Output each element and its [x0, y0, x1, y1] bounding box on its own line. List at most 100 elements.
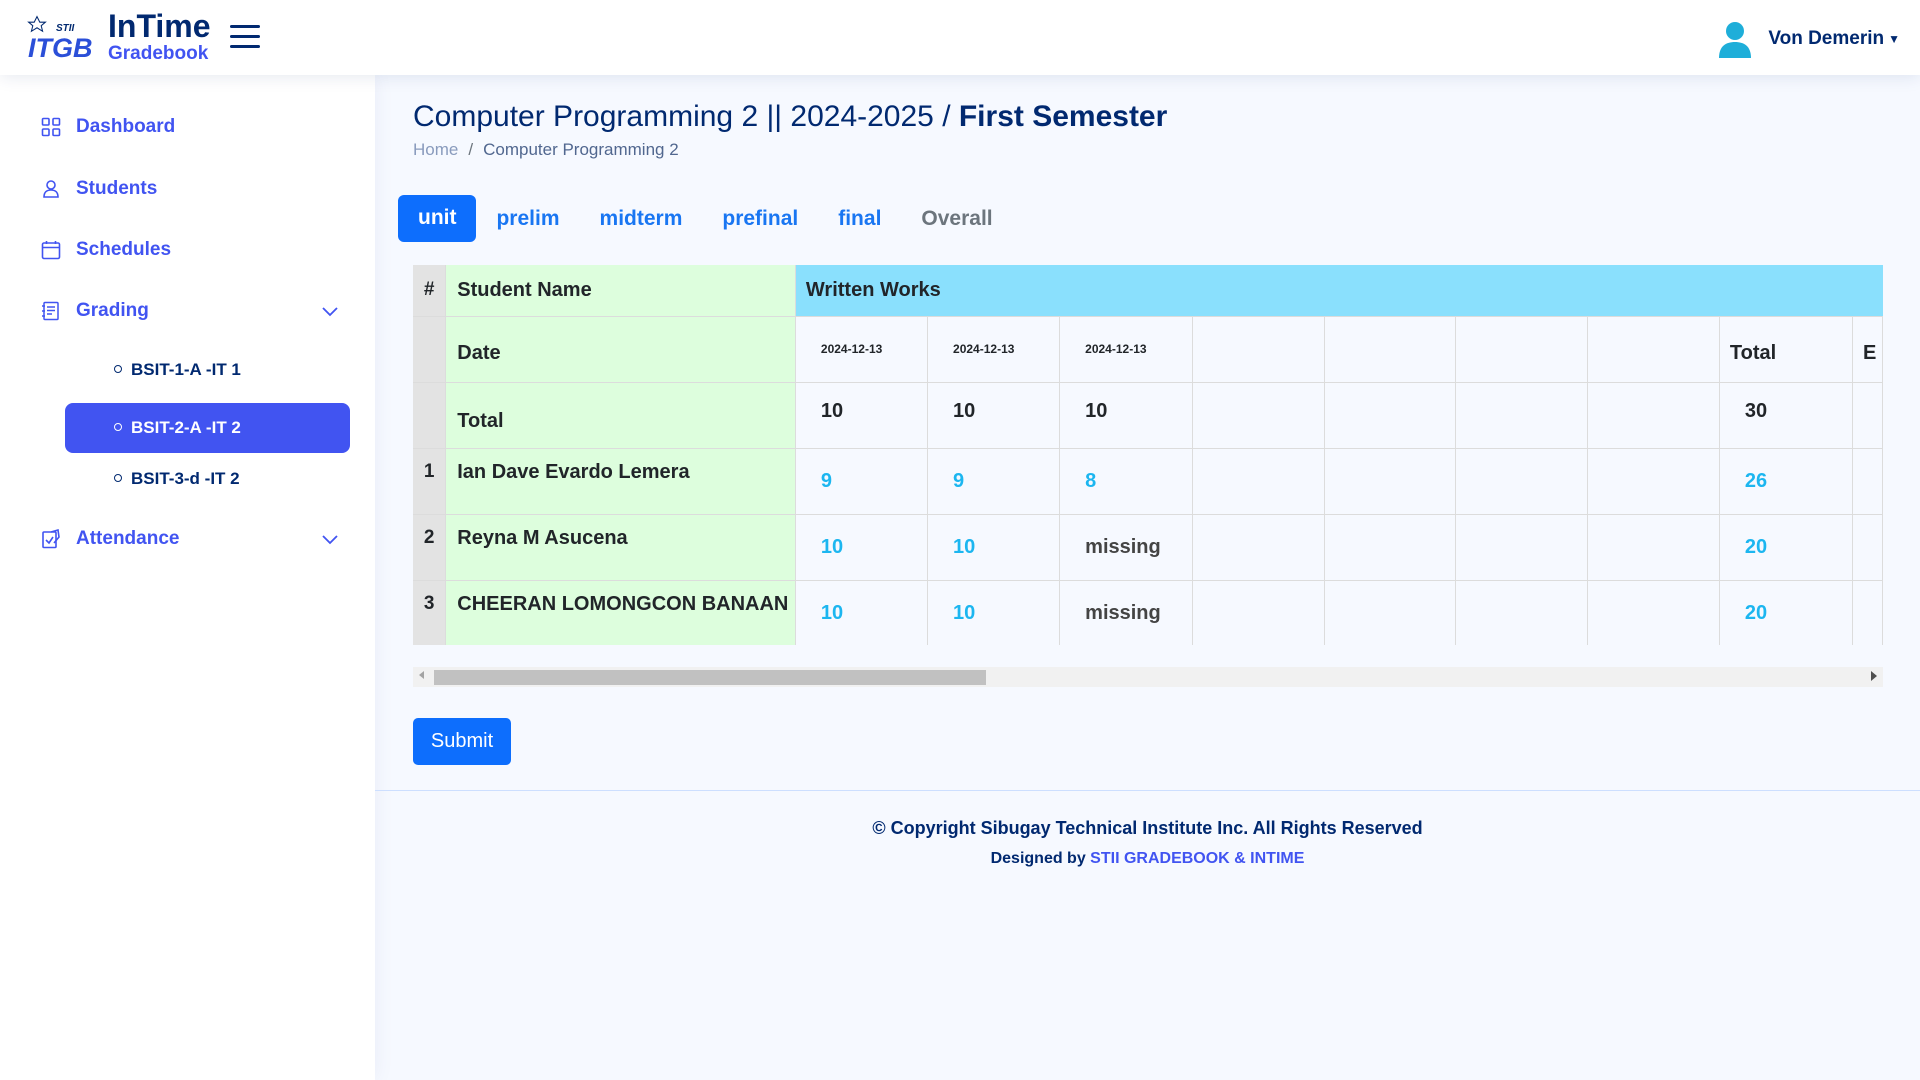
score-cell[interactable]: [1324, 580, 1457, 645]
table-cell: [1852, 382, 1883, 449]
date-label: Date: [445, 316, 796, 383]
score-cell[interactable]: [1455, 580, 1589, 645]
sidebar-item-label: Grading: [76, 300, 149, 321]
scrollbar-thumb[interactable]: [434, 670, 986, 685]
score-cell[interactable]: [1192, 580, 1325, 645]
sidebar-item-dashboard[interactable]: Dashboard: [40, 107, 340, 147]
max-score-cell[interactable]: [1192, 382, 1325, 449]
table-row-date: Date 2024-12-13 2024-12-13 2024-12-13 To…: [413, 316, 1883, 383]
scroll-left-arrow-icon[interactable]: [419, 671, 424, 679]
score-cell[interactable]: [1324, 514, 1457, 581]
max-score-cell[interactable]: [1587, 382, 1720, 449]
breadcrumb-home[interactable]: Home: [413, 140, 458, 160]
breadcrumb-current: Computer Programming 2: [483, 140, 679, 159]
date-cell[interactable]: 2024-12-13: [795, 316, 929, 383]
score-cell[interactable]: 10: [795, 514, 929, 581]
student-name: CHEERAN LOMONGCON BANAAN: [445, 580, 796, 645]
sidebar: Dashboard Students Schedules Grading BSI…: [0, 75, 375, 1080]
hash-header: #: [413, 265, 447, 317]
date-cell[interactable]: [1324, 316, 1457, 383]
logo[interactable]: STII ITGB InTime Gradebook: [26, 10, 211, 63]
sidebar-subitem-bsit-3-d[interactable]: BSIT-3-d -IT 2: [65, 454, 350, 504]
page-title-main: Computer Programming 2 || 2024-2025 /: [413, 100, 959, 133]
avatar: [1719, 22, 1752, 58]
tab-final[interactable]: final: [838, 207, 881, 231]
score-cell[interactable]: 8: [1059, 448, 1193, 515]
score-cell[interactable]: [1587, 514, 1720, 581]
caret-down-icon: ▼: [1888, 32, 1900, 46]
tab-prelim[interactable]: prelim: [496, 207, 559, 231]
sidebar-subitem-label: BSIT-2-A -IT 2: [131, 418, 241, 437]
footer-divider: [375, 790, 1920, 791]
person-icon: [40, 178, 62, 200]
sidebar-subitem-label: BSIT-3-d -IT 2: [131, 469, 240, 488]
submit-button[interactable]: Submit: [413, 718, 511, 765]
designed-by-prefix: Designed by: [990, 850, 1091, 867]
max-score-cell[interactable]: [1324, 382, 1457, 449]
calendar-icon: [40, 239, 62, 261]
sidebar-subitem-bsit-2-a[interactable]: BSIT-2-A -IT 2: [65, 403, 350, 453]
score-cell[interactable]: [1455, 514, 1589, 581]
date-cell[interactable]: 2024-12-13: [1059, 316, 1193, 383]
table-cell: [1852, 448, 1883, 515]
breadcrumb: Home / Computer Programming 2: [413, 140, 679, 160]
date-cell[interactable]: [1587, 316, 1720, 383]
sidebar-subitem-label: BSIT-1-A -IT 1: [131, 360, 241, 379]
max-score-cell[interactable]: 10: [1059, 382, 1193, 449]
sidebar-subitem-bsit-1-a[interactable]: BSIT-1-A -IT 1: [65, 345, 350, 395]
max-score-cell[interactable]: [1455, 382, 1589, 449]
score-cell[interactable]: 10: [795, 580, 929, 645]
score-cell[interactable]: [1587, 580, 1720, 645]
page-title: Computer Programming 2 || 2024-2025 / Fi…: [413, 100, 1167, 134]
horizontal-scrollbar[interactable]: [413, 667, 1883, 687]
tab-prefinal[interactable]: prefinal: [722, 207, 798, 231]
student-name: Reyna M Asucena: [445, 514, 796, 581]
menu-toggle-icon[interactable]: [230, 25, 260, 49]
table-cell: [1852, 580, 1883, 645]
score-cell[interactable]: [1192, 514, 1325, 581]
grid-icon: [40, 116, 62, 138]
table-cell: [1852, 514, 1883, 581]
score-cell[interactable]: [1324, 448, 1457, 515]
score-cell[interactable]: [1192, 448, 1325, 515]
row-number: 3: [413, 580, 447, 645]
score-cell-missing[interactable]: missing: [1059, 514, 1193, 581]
table-row: 1 Ian Dave Evardo Lemera 9 9 8 26: [413, 448, 1883, 515]
top-header: STII ITGB InTime Gradebook Von Demerin ▼: [0, 0, 1920, 75]
tab-overall[interactable]: Overall: [921, 207, 992, 231]
sidebar-item-label: Dashboard: [76, 116, 176, 137]
grades-table-container[interactable]: # Student Name Written Works Date 2024-1…: [413, 265, 1883, 645]
score-cell[interactable]: 10: [927, 580, 1061, 645]
sidebar-item-students[interactable]: Students: [40, 169, 340, 209]
journal-check-icon: [40, 528, 62, 550]
sidebar-item-label: Schedules: [76, 239, 172, 260]
score-cell[interactable]: 9: [927, 448, 1061, 515]
max-score-cell[interactable]: 10: [795, 382, 929, 449]
sidebar-item-schedules[interactable]: Schedules: [40, 230, 340, 270]
score-cell[interactable]: [1587, 448, 1720, 515]
tab-midterm[interactable]: midterm: [600, 207, 683, 231]
sidebar-item-label: Students: [76, 178, 158, 199]
total-label: Total: [445, 382, 796, 449]
date-cell[interactable]: [1192, 316, 1325, 383]
profile-dropdown[interactable]: Von Demerin ▼: [1718, 20, 1900, 58]
student-name-header: Student Name: [445, 265, 796, 317]
logo-mark-icon: STII ITGB: [26, 11, 98, 63]
score-cell-missing[interactable]: missing: [1059, 580, 1193, 645]
designed-by-link[interactable]: STII GRADEBOOK & INTIME: [1090, 850, 1304, 867]
tab-unit[interactable]: unit: [398, 195, 477, 242]
scroll-right-arrow-icon[interactable]: [1871, 671, 1877, 681]
circle-icon: [114, 423, 122, 431]
row-number: 2: [413, 514, 447, 581]
score-cell[interactable]: [1455, 448, 1589, 515]
date-cell[interactable]: [1455, 316, 1589, 383]
score-cell[interactable]: 10: [927, 514, 1061, 581]
sidebar-item-attendance[interactable]: Attendance: [40, 519, 340, 559]
score-cell[interactable]: 9: [795, 448, 929, 515]
max-score-cell[interactable]: 10: [927, 382, 1061, 449]
table-row: 2 Reyna M Asucena 10 10 missing 20: [413, 514, 1883, 581]
table-row-max-scores: Total 10 10 10 30: [413, 382, 1883, 449]
page-title-semester: First Semester: [958, 100, 1168, 133]
sidebar-item-grading[interactable]: Grading: [40, 291, 340, 331]
date-cell[interactable]: 2024-12-13: [927, 316, 1061, 383]
